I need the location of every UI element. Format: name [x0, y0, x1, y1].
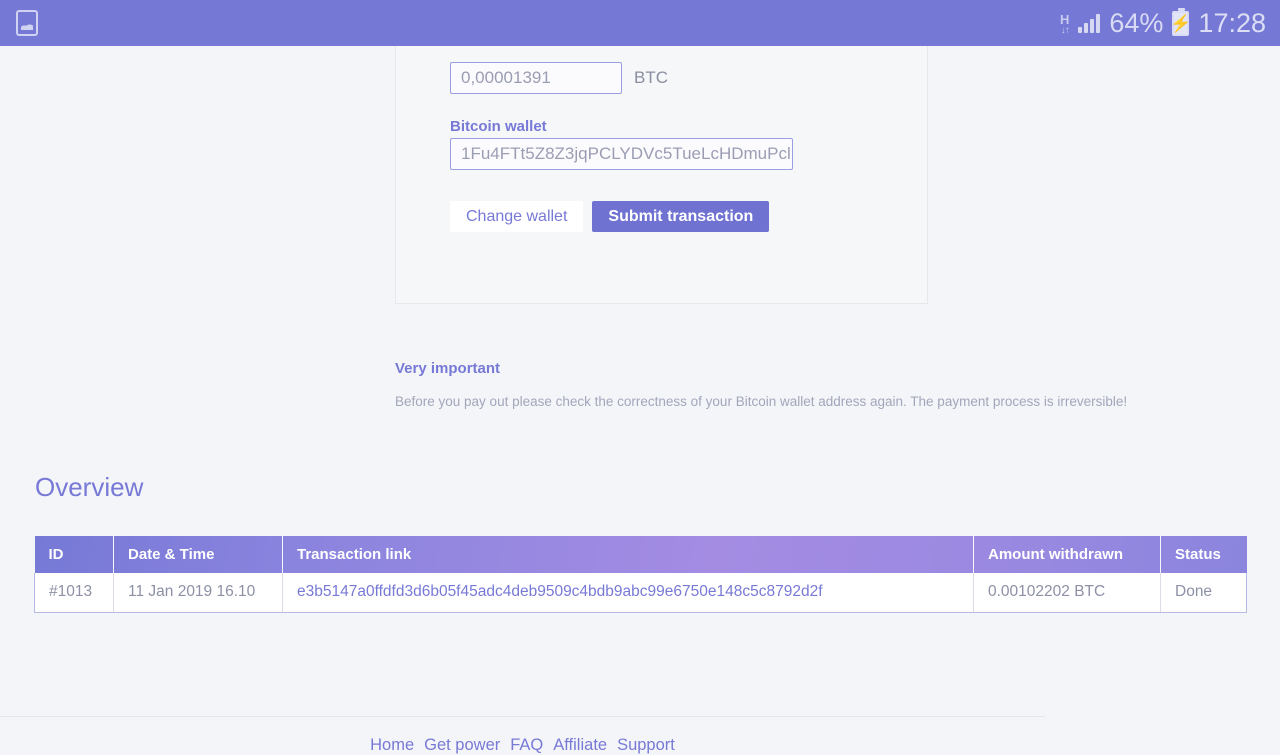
warning-text: Before you pay out please check the corr… — [395, 394, 1128, 409]
amount-unit-label: BTC — [634, 68, 668, 87]
battery-charging-icon: ⚡ — [1170, 7, 1192, 36]
cell-transaction-link: e3b5147a0ffdfd3d6b05f45adc4deb9509c4bdb9… — [282, 573, 974, 613]
column-header-id[interactable]: ID — [34, 536, 114, 573]
footer-link-home[interactable]: Home — [370, 736, 414, 755]
overview-table: ID Date & Time Transaction link Amount w… — [34, 536, 1247, 613]
overview-table-wrapper: ID Date & Time Transaction link Amount w… — [34, 536, 1247, 613]
table-header-row: ID Date & Time Transaction link Amount w… — [34, 536, 1247, 573]
footer-link-faq[interactable]: FAQ — [510, 736, 543, 755]
change-wallet-button[interactable]: Change wallet — [450, 201, 584, 232]
bitcoin-wallet-label: Bitcoin wallet — [450, 118, 547, 135]
table-row: #1013 11 Jan 2019 16.10 e3b5147a0ffdfd3d… — [34, 573, 1247, 613]
battery-percent-label: 64% — [1109, 7, 1164, 38]
warning-title: Very important — [395, 360, 501, 377]
footer-link-get-power[interactable]: Get power — [424, 736, 500, 755]
payout-button-row: Change wallet Submit transaction — [450, 201, 873, 232]
warning-block: Very important Before you pay out please… — [395, 360, 1155, 411]
footer-link-affiliate[interactable]: Affiliate — [553, 736, 607, 755]
overview-table-head: ID Date & Time Transaction link Amount w… — [34, 536, 1247, 573]
signal-bars-icon — [1078, 13, 1101, 33]
column-header-transaction-link[interactable]: Transaction link — [282, 536, 974, 573]
payout-card: 0,00001391 BTC Bitcoin wallet 1Fu4FTt5Z8… — [395, 46, 928, 304]
bitcoin-wallet-input[interactable]: 1Fu4FTt5Z8Z3jqPCLYDVc5TueLcHDmuPcl — [450, 138, 793, 170]
footer-divider — [0, 716, 1045, 717]
charging-bolt-glyph: ⚡ — [1170, 13, 1192, 33]
network-type-icon: H ↓↑ — [1060, 13, 1070, 36]
overview-heading: Overview — [35, 472, 144, 502]
submit-transaction-button[interactable]: Submit transaction — [592, 201, 770, 232]
amount-input[interactable]: 0,00001391 — [450, 62, 622, 94]
cell-id: #1013 — [34, 573, 114, 613]
android-status-bar: H ↓↑ 64% ⚡ 17:28 — [0, 0, 1280, 46]
status-bar-right-group: H ↓↑ 64% ⚡ 17:28 — [1060, 7, 1266, 39]
status-bar-left-group — [16, 10, 38, 36]
column-header-status[interactable]: Status — [1161, 536, 1247, 573]
transaction-link[interactable]: e3b5147a0ffdfd3d6b05f45adc4deb9509c4bdb9… — [297, 583, 823, 600]
cell-amount-withdrawn: 0.00102202 BTC — [973, 573, 1161, 613]
footer-link-support[interactable]: Support — [617, 736, 675, 755]
network-arrows-label: ↓↑ — [1060, 24, 1070, 36]
payout-card-body: 0,00001391 BTC Bitcoin wallet 1Fu4FTt5Z8… — [396, 46, 927, 248]
status-bar-clock: 17:28 — [1198, 7, 1266, 38]
column-header-datetime[interactable]: Date & Time — [113, 536, 283, 573]
footer-navigation: Home Get power FAQ Affiliate Support — [0, 736, 1045, 755]
page-content: 0,00001391 BTC Bitcoin wallet 1Fu4FTt5Z8… — [0, 46, 1280, 754]
image-notification-icon — [16, 10, 38, 36]
overview-table-body: #1013 11 Jan 2019 16.10 e3b5147a0ffdfd3d… — [34, 573, 1247, 613]
cell-datetime: 11 Jan 2019 16.10 — [113, 573, 283, 613]
cell-status: Done — [1160, 573, 1247, 613]
column-header-amount-withdrawn[interactable]: Amount withdrawn — [973, 536, 1161, 573]
amount-row: 0,00001391 BTC — [450, 62, 873, 94]
